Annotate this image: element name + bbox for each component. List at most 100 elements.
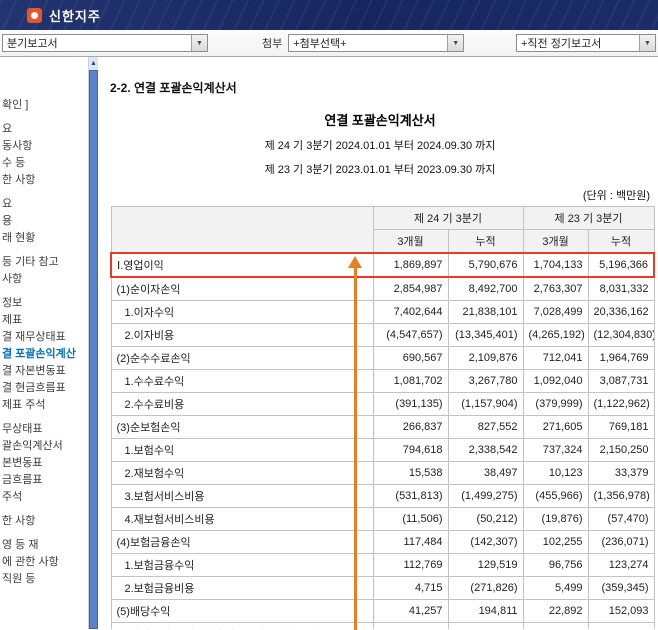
row-label: 4.재보험서비스비용	[110, 507, 374, 531]
company-title: 신한지주	[49, 8, 101, 24]
sidebar-scrollbar[interactable]: ▲	[88, 57, 98, 629]
row-value: (12,304,830)	[587, 323, 655, 347]
row-value: 690,567	[372, 346, 449, 370]
sidebar-item[interactable]: 동사항	[2, 138, 88, 155]
sidebar-item[interactable]: 무상태표	[2, 421, 88, 438]
row-value: 8,492,700	[447, 276, 524, 301]
table-header-row-groups: 제 24 기 3분기 제 23 기 3분기	[110, 206, 655, 254]
row-value: 10,123	[522, 461, 589, 485]
table-row: 2.보험금융비용 4,715 (271,826) 5,499 (359,345)	[110, 576, 655, 600]
chevron-down-icon: ▼	[639, 35, 655, 51]
row-value: 123,274	[587, 553, 655, 577]
sidebar-item[interactable]: 괄손익계산서	[2, 438, 88, 455]
row-value: 769,181	[587, 415, 655, 439]
row-value: 2,854,987	[372, 276, 449, 301]
income-statement-table: 제 24 기 3분기 제 23 기 3분기 3개월 누적 3개월 누적 Ⅰ.영업…	[110, 206, 656, 629]
sidebar-item[interactable]: 직원 등	[2, 571, 88, 588]
row-value: 3,087,731	[587, 369, 655, 393]
scrollbar-thumb[interactable]	[89, 70, 98, 629]
chevron-down-icon: ▼	[191, 35, 207, 51]
table-row: 2.이자비용 (4,547,657) (13,345,401) (4,265,192)…	[110, 323, 655, 347]
previous-report-select[interactable]: +직전 정기보고서 ▼	[516, 34, 656, 52]
sidebar-item[interactable]: 한 사항	[2, 172, 88, 189]
corner-header-cell	[110, 206, 374, 254]
sidebar-item[interactable]: 사항	[2, 271, 88, 288]
row-value: 112,769	[372, 553, 449, 577]
row-value: 129,519	[447, 553, 524, 577]
dart-logo-icon	[27, 7, 42, 23]
sidebar-item[interactable]: 제표	[2, 312, 88, 329]
sidebar-item[interactable]: 요	[2, 121, 88, 138]
row-label: (4)보험금융손익	[110, 530, 374, 554]
row-label: 1.보험수익	[110, 438, 374, 462]
sidebar-item[interactable]: 결 현금흐름표	[2, 380, 88, 397]
row-value: (1,122,962)	[587, 392, 655, 416]
table-row: 2.수수료비용 (391,135) (1,157,904) (379,999) (1,1…	[110, 392, 655, 416]
attachment-select[interactable]: +첨부선택+ ▼	[288, 34, 465, 52]
sidebar-item[interactable]: 래 현황	[2, 230, 88, 247]
subcolumn-header: 3개월	[372, 229, 449, 254]
row-value: 15,538	[372, 461, 449, 485]
report-type-select[interactable]: 분기보고서 ▼	[2, 34, 208, 52]
sidebar-item[interactable]: 본변동표	[2, 455, 88, 472]
previous-report-value: +직전 정기보고서	[521, 38, 602, 50]
row-label: (5)배당수익	[110, 599, 374, 623]
row-value: (271,826)	[447, 576, 524, 600]
table-row: (2)순수수료손익 690,567 2,109,876 712,041 1,964,76…	[110, 346, 655, 370]
sidebar-item[interactable]: 결 자본변동표	[2, 363, 88, 380]
app-header: 신한지주	[0, 0, 658, 30]
sidebar-item[interactable]: 주석	[2, 489, 88, 506]
row-label: (3)순보험손익	[110, 415, 374, 439]
row-value: 21,838,101	[447, 300, 524, 324]
row-value: 1,704,133	[522, 252, 589, 278]
row-value: 4,715	[372, 576, 449, 600]
row-label: 1.이자수익	[110, 300, 374, 324]
sidebar-item[interactable]: 결 재무상태표	[2, 329, 88, 346]
sidebar-item[interactable]: 금흐름표	[2, 472, 88, 489]
row-value: 1,092,040	[522, 369, 589, 393]
chevron-down-icon: ▼	[447, 35, 464, 51]
row-value: (391,135)	[372, 392, 449, 416]
table-row: (4)보험금융손익 117,484 (142,307) 102,255 (236,071…	[110, 530, 655, 554]
period-line-1: 제 24 기 3분기 2024.01.01 부터 2024.09.30 까지	[264, 140, 496, 152]
row-value: (1,157,904)	[447, 392, 524, 416]
row-label: 2.수수료비용	[110, 392, 374, 416]
sidebar-item[interactable]: 확인 ]	[2, 97, 88, 114]
row-value: 737,324	[522, 438, 589, 462]
row-value: (50,212)	[447, 507, 524, 531]
attachment-value: +첨부선택+	[293, 38, 347, 50]
row-value: (359,345)	[587, 576, 655, 600]
row-value: 38,497	[447, 461, 524, 485]
row-value: 5,499	[522, 576, 589, 600]
table-row: 1.보험수익 794,618 2,338,542 737,324 2,150,250	[110, 438, 655, 462]
sidebar-item[interactable]: 제표 주석	[2, 397, 88, 414]
sidebar-item[interactable]: 에 관한 사항	[2, 554, 88, 571]
row-value: (13,345,401)	[447, 323, 524, 347]
row-value: 194,811	[447, 599, 524, 623]
sidebar-item[interactable]: 정보	[2, 295, 88, 312]
attach-label: 첨부	[262, 38, 283, 50]
table-row: (6)당기손익-공정가치측정금융상품관련손익479,5041,513,587(3…	[110, 622, 655, 629]
sidebar-item[interactable]: 요	[2, 196, 88, 213]
row-label: (2)순수수료손익	[110, 346, 374, 370]
sidebar-item[interactable]: 영 등 재	[2, 537, 88, 554]
report-type-value: 분기보고서	[7, 38, 58, 50]
scroll-up-icon[interactable]: ▲	[89, 57, 98, 70]
sidebar-item-active[interactable]: 결 포괄손익계산	[2, 346, 88, 363]
main-area: 확인 ] 요 동사항 수 등한 사항 요 용 래 현황 등 기타 참고 사항 정보 제표 결 재무상태…	[0, 57, 658, 629]
row-value: 7,402,644	[372, 300, 449, 324]
sidebar-item[interactable]: 용	[2, 213, 88, 230]
sidebar-item[interactable]: 등 기타 참고	[2, 254, 88, 271]
row-value: 266,837	[372, 415, 449, 439]
table-row: 1.보험금융수익 112,769 129,519 96,756 123,274	[110, 553, 655, 577]
income-table-body: Ⅰ.영업이익 1,869,897 5,790,676 1,704,133 5,196,3…	[110, 252, 656, 629]
period-line-2: 제 23 기 3분기 2023.01.01 부터 2023.09.30 까지	[264, 164, 496, 176]
sidebar-item[interactable]: 수 등	[2, 155, 88, 172]
row-value: 1,081,702	[372, 369, 449, 393]
row-value: 1,575,319	[587, 622, 655, 629]
sidebar-item[interactable]: 한 사항	[2, 513, 88, 530]
row-value: (35,850)	[522, 622, 589, 629]
row-value: 8,031,332	[587, 276, 655, 301]
row-label: 2.재보험수익	[110, 461, 374, 485]
row-value: (19,876)	[522, 507, 589, 531]
